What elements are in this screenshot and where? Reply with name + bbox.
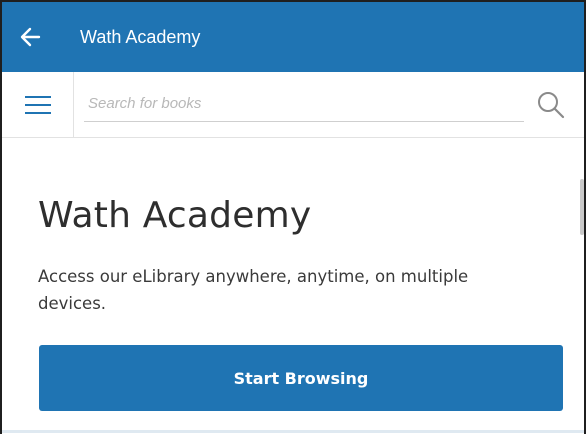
scrollbar[interactable] [580, 179, 584, 235]
back-button[interactable] [2, 2, 58, 72]
main-content: Wath Academy Access our eLibrary anywher… [2, 139, 584, 433]
arrow-left-icon [20, 27, 41, 47]
search-input[interactable] [84, 86, 524, 122]
hero-title: Wath Academy [38, 195, 312, 236]
hamburger-menu-icon [24, 95, 51, 114]
app-bar: Wath Academy [2, 2, 584, 72]
hero-description: Access our eLibrary anywhere, anytime, o… [38, 267, 469, 313]
magnifier-icon [538, 92, 565, 119]
start-browsing-button[interactable]: Start Browsing [39, 345, 563, 411]
search-button[interactable] [532, 86, 570, 124]
divider [2, 430, 584, 433]
app-title: Wath Academy [80, 26, 201, 47]
menu-button[interactable] [2, 72, 74, 137]
search-bar [2, 72, 584, 138]
app-window: Wath Academy Wath Academy Access our eLi… [0, 0, 586, 434]
